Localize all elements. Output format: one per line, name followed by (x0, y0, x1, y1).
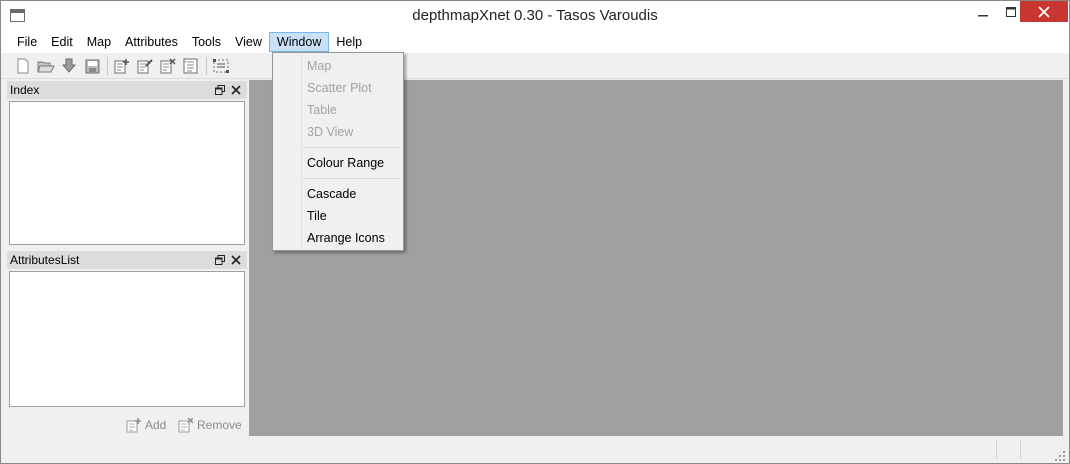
close-button[interactable] (1020, 1, 1068, 22)
title-bar[interactable]: depthmapXnet 0.30 - Tasos Varoudis (1, 1, 1069, 31)
delete-layer-button[interactable] (158, 56, 178, 76)
edit-layer-button[interactable] (135, 56, 155, 76)
import-button[interactable] (59, 56, 79, 76)
maximize-icon (1006, 6, 1016, 17)
delete-layer-icon (160, 58, 176, 74)
remove-icon (178, 417, 193, 432)
import-icon (62, 58, 76, 73)
remove-attribute-label: Remove (197, 418, 242, 432)
properties-icon (183, 58, 198, 74)
add-icon (126, 417, 141, 432)
menu-item-scatter-plot[interactable]: Scatter Plot (273, 77, 403, 99)
index-panel: Index (7, 81, 247, 245)
restore-icon (215, 85, 225, 95)
remove-attribute-button[interactable]: Remove (178, 415, 242, 435)
attributes-panel: AttributesList (7, 251, 247, 407)
menu-attributes[interactable]: Attributes (118, 32, 185, 52)
toolbar (1, 54, 1069, 79)
app-window: depthmapXnet 0.30 - Tasos Varoudis File … (0, 0, 1070, 464)
menu-item-tile[interactable]: Tile (273, 205, 403, 227)
attribute-actions: Add Remove (7, 415, 247, 435)
window-title: depthmapXnet 0.30 - Tasos Varoudis (412, 7, 658, 24)
menu-map[interactable]: Map (80, 32, 118, 52)
close-panel-button[interactable] (229, 83, 243, 97)
float-panel-button[interactable] (213, 253, 227, 267)
index-panel-title: Index (10, 83, 40, 97)
edit-layer-icon (137, 59, 153, 74)
menu-item-arrange-icons[interactable]: Arrange Icons (273, 227, 403, 249)
attributes-panel-title: AttributesList (10, 253, 80, 267)
menu-window[interactable]: Window (268, 32, 330, 52)
toolbar-separator (206, 57, 207, 75)
menu-separator (303, 147, 399, 148)
open-icon (37, 61, 55, 73)
menu-item-table[interactable]: Table (273, 99, 403, 121)
status-cell (1020, 441, 1046, 459)
open-button[interactable] (36, 56, 56, 76)
close-icon (1038, 5, 1050, 18)
menu-view[interactable]: View (228, 32, 269, 52)
menu-bar: File Edit Map Attributes Tools View Wind… (1, 31, 1069, 53)
menu-tools[interactable]: Tools (185, 32, 228, 52)
new-button[interactable] (13, 56, 33, 76)
index-tree[interactable] (9, 101, 245, 245)
save-icon (85, 59, 99, 73)
menu-item-3d-view[interactable]: 3D View (273, 121, 403, 143)
resize-grip-icon[interactable] (1055, 451, 1065, 461)
add-attribute-button[interactable]: Add (126, 415, 166, 435)
float-panel-button[interactable] (213, 83, 227, 97)
add-layer-icon (114, 59, 129, 74)
close-icon (231, 255, 241, 265)
minimize-icon (978, 14, 988, 16)
attributes-panel-header[interactable]: AttributesList (7, 251, 247, 269)
close-icon (231, 85, 241, 95)
window-menu-dropdown: Map Scatter Plot Table 3D View Colour Ra… (272, 52, 404, 251)
menu-item-cascade[interactable]: Cascade (273, 183, 403, 205)
select-all-button[interactable] (211, 56, 231, 76)
attributes-list[interactable] (9, 271, 245, 407)
menu-separator (303, 178, 399, 179)
close-panel-button[interactable] (229, 253, 243, 267)
menu-help[interactable]: Help (329, 32, 369, 52)
status-bar (1, 437, 1069, 463)
index-panel-header[interactable]: Index (7, 81, 247, 99)
menu-item-colour-range[interactable]: Colour Range (273, 152, 403, 174)
menu-item-map[interactable]: Map (273, 55, 403, 77)
menu-file[interactable]: File (10, 32, 44, 52)
save-button[interactable] (82, 56, 102, 76)
add-layer-button[interactable] (112, 56, 132, 76)
add-attribute-label: Add (145, 418, 167, 432)
properties-button[interactable] (181, 56, 201, 76)
restore-icon (215, 255, 225, 265)
status-cell (996, 441, 1020, 459)
minimize-button[interactable] (969, 1, 997, 22)
new-icon (17, 58, 29, 74)
toolbar-separator (107, 57, 108, 75)
menu-edit[interactable]: Edit (44, 32, 80, 52)
select-all-icon (213, 59, 229, 73)
